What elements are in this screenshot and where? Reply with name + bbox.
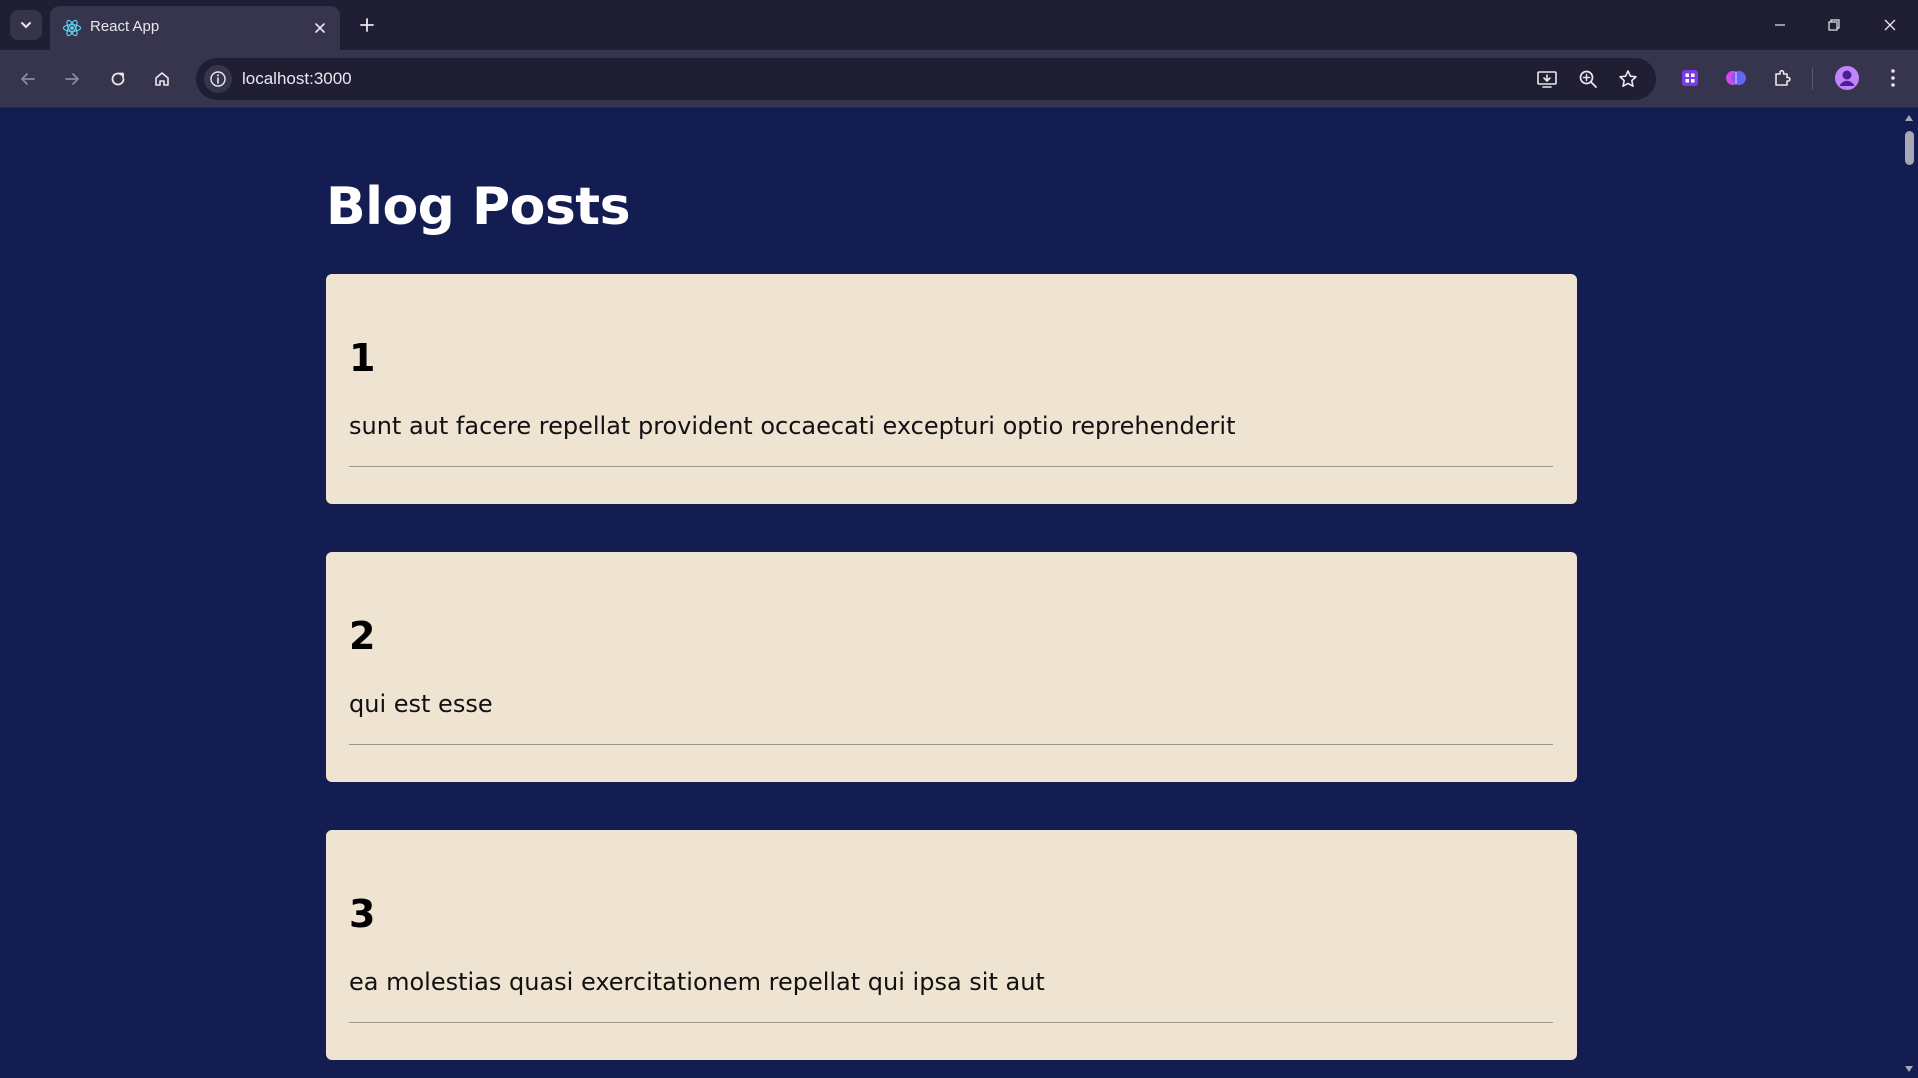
puzzle-icon (1775, 69, 1791, 86)
tab-close-button[interactable] (308, 16, 332, 40)
scroll-up-arrow-icon[interactable] (1904, 113, 1914, 123)
home-button[interactable] (146, 63, 178, 95)
tab-title: React App (90, 18, 160, 35)
address-bar[interactable]: localhost:3000 (196, 58, 1656, 100)
browser-toolbar: localhost:3000 (0, 50, 1918, 108)
forward-button[interactable] (56, 63, 88, 95)
tab-search-button[interactable] (10, 10, 42, 40)
tab-bar: React App (0, 0, 1918, 50)
minimize-button[interactable] (1752, 0, 1808, 50)
post-id: 2 (349, 614, 376, 658)
page-scrollbar[interactable] (1900, 109, 1918, 1078)
post-card: 3 ea molestias quasi exercitationem repe… (326, 830, 1577, 1060)
browser-tab[interactable]: React App (50, 6, 340, 50)
react-icon (62, 19, 82, 37)
install-app-button[interactable] (1532, 64, 1562, 94)
post-title: ea molestias quasi exercitationem repell… (349, 968, 1045, 996)
extension-button-1[interactable] (1675, 63, 1705, 93)
extension-grid-icon (1682, 70, 1698, 86)
post-divider (349, 1022, 1553, 1023)
extension-button-2[interactable] (1721, 63, 1751, 93)
restore-icon (1828, 19, 1840, 31)
chevron-down-icon (21, 22, 31, 29)
profile-button[interactable] (1832, 63, 1862, 93)
post-id: 3 (349, 892, 376, 936)
toolbar-separator (1812, 68, 1813, 90)
page-viewport: Blog Posts 1 sunt aut facere repellat pr… (0, 109, 1900, 1078)
minimize-icon (1775, 24, 1785, 26)
arrow-right-icon (65, 73, 79, 85)
kebab-menu-icon (1891, 69, 1895, 87)
back-button[interactable] (12, 63, 44, 95)
new-tab-button[interactable] (352, 10, 382, 40)
bookmark-button[interactable] (1613, 64, 1643, 94)
post-divider (349, 466, 1553, 467)
arrow-left-icon (21, 73, 35, 85)
install-app-icon (1537, 71, 1557, 88)
post-divider (349, 744, 1553, 745)
page-title: Blog Posts (326, 177, 631, 237)
star-icon (1619, 70, 1637, 87)
close-icon (1884, 19, 1896, 31)
avatar (1835, 66, 1859, 90)
post-title: qui est esse (349, 690, 493, 718)
close-window-button[interactable] (1862, 0, 1918, 50)
restore-button[interactable] (1806, 0, 1862, 50)
zoom-icon (1579, 70, 1597, 88)
reload-button[interactable] (102, 63, 134, 95)
zoom-button[interactable] (1573, 64, 1603, 94)
brain-icon (1726, 71, 1746, 85)
browser-menu-button[interactable] (1878, 63, 1908, 93)
extensions-button[interactable] (1767, 63, 1797, 93)
reload-icon (111, 72, 125, 86)
scroll-down-arrow-icon[interactable] (1904, 1064, 1914, 1074)
post-card: 1 sunt aut facere repellat provident occ… (326, 274, 1577, 504)
info-icon (210, 71, 226, 87)
scrollbar-thumb[interactable] (1905, 131, 1914, 165)
home-icon (155, 72, 169, 86)
post-card: 2 qui est esse (326, 552, 1577, 782)
url-text[interactable]: localhost:3000 (242, 69, 352, 89)
site-info-button[interactable] (204, 65, 232, 93)
plus-icon (360, 18, 374, 32)
close-icon (315, 23, 325, 33)
post-title: sunt aut facere repellat provident occae… (349, 412, 1236, 440)
post-id: 1 (349, 336, 376, 380)
